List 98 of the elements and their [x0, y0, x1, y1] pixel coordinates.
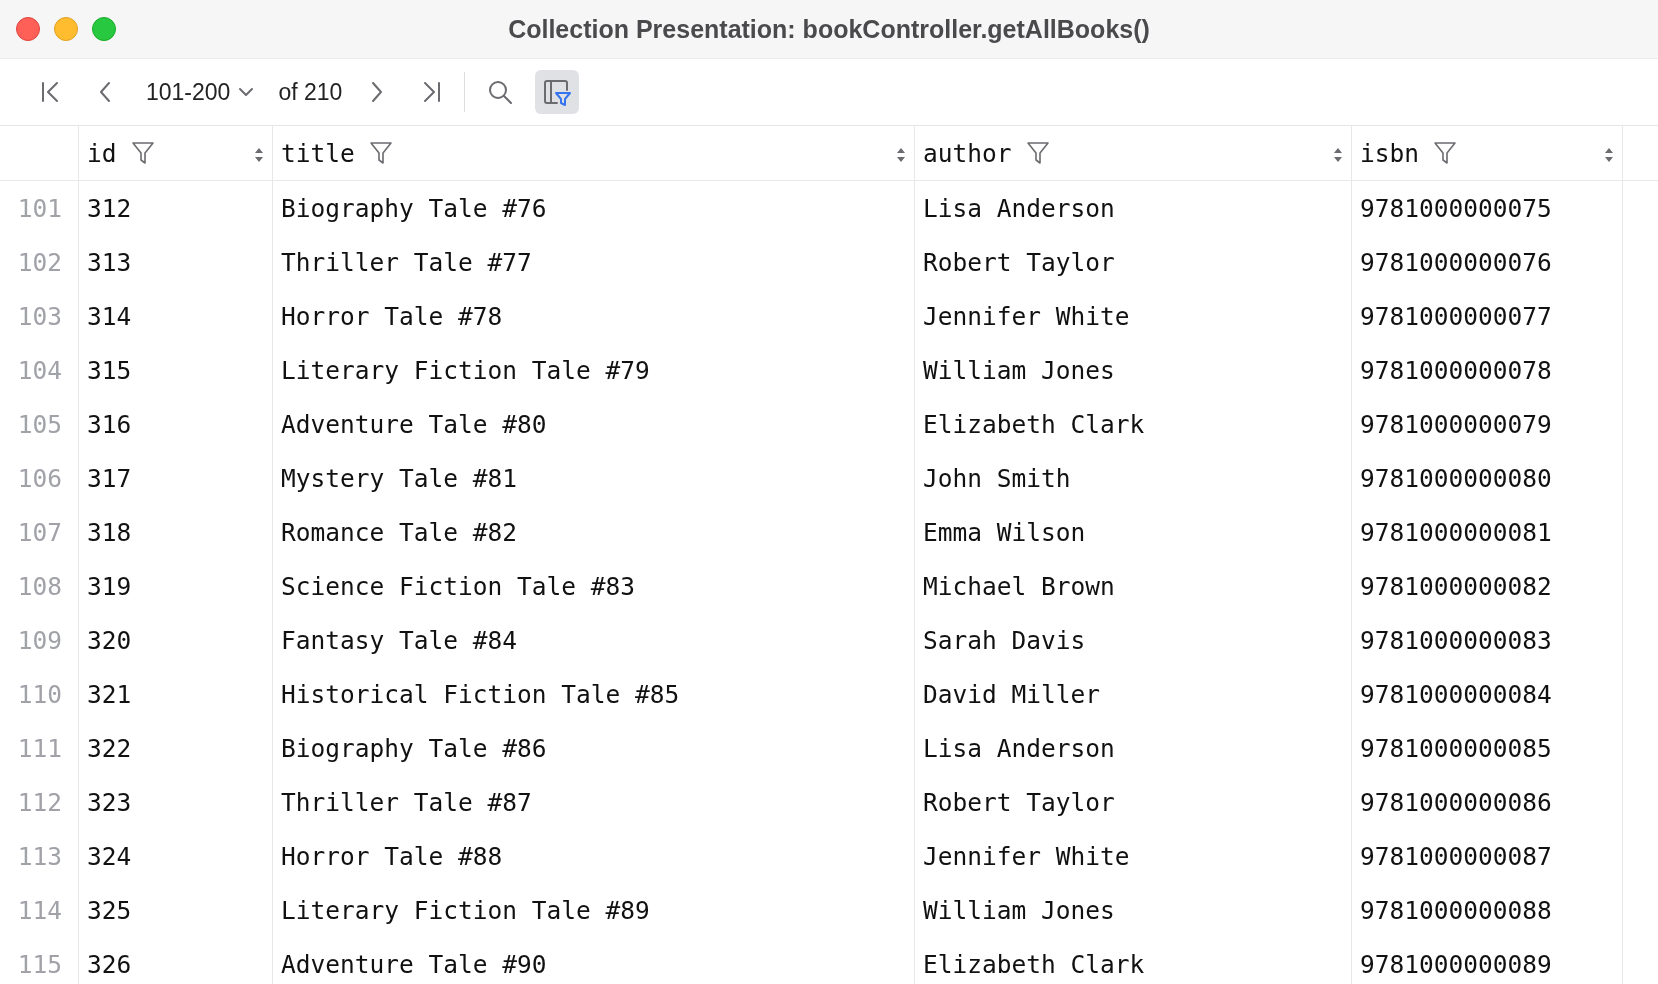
table-cell: 312: [79, 181, 273, 235]
table-cell: 9781000000088: [1352, 883, 1623, 937]
table-cell: William Jones: [915, 343, 1352, 397]
table-cell: Robert Taylor: [915, 235, 1352, 289]
table-cell: Mystery Tale #81: [273, 451, 915, 505]
row-number: 101: [0, 181, 79, 235]
table-cell: Lisa Anderson: [915, 721, 1352, 775]
chevron-left-icon: [98, 80, 112, 104]
table-cell: 318: [79, 505, 273, 559]
row-number: 114: [0, 883, 79, 937]
table-cell: Adventure Tale #80: [273, 397, 915, 451]
table-cell: 315: [79, 343, 273, 397]
search-icon: [487, 79, 514, 105]
row-number: 104: [0, 343, 79, 397]
table-cell: Elizabeth Clark: [915, 937, 1352, 984]
table-cell: 9781000000086: [1352, 775, 1623, 829]
table-cell: Fantasy Tale #84: [273, 613, 915, 667]
column-header[interactable]: id: [87, 138, 117, 168]
table-cell: 9781000000082: [1352, 559, 1623, 613]
sort-icon: [896, 147, 906, 162]
table-cell: Adventure Tale #90: [273, 937, 915, 984]
table-cell: Biography Tale #86: [273, 721, 915, 775]
chevron-right-icon: [370, 80, 385, 104]
table-cell: Biography Tale #76: [273, 181, 915, 235]
table-cell: David Miller: [915, 667, 1352, 721]
table-cell: 9781000000077: [1352, 289, 1623, 343]
table-cell: Emma Wilson: [915, 505, 1352, 559]
table-cell: Historical Fiction Tale #85: [273, 667, 915, 721]
filter-icon: [1433, 141, 1457, 165]
sort-icon: [254, 147, 264, 162]
column-header[interactable]: title: [281, 138, 355, 168]
table-cell: 9781000000085: [1352, 721, 1623, 775]
row-number: 103: [0, 289, 79, 343]
page-range-dropdown[interactable]: 101-200: [140, 72, 261, 112]
table-cell: 314: [79, 289, 273, 343]
table-cell: 9781000000084: [1352, 667, 1623, 721]
row-number: 111: [0, 721, 79, 775]
table-cell: 322: [79, 721, 273, 775]
window-title: Collection Presentation: bookController.getAllBooks(): [508, 14, 1150, 44]
table-cell: 9781000000089: [1352, 937, 1623, 984]
table-cell: 9781000000078: [1352, 343, 1623, 397]
row-number: 107: [0, 505, 79, 559]
table-cell: 9781000000076: [1352, 235, 1623, 289]
table-cell: Elizabeth Clark: [915, 397, 1352, 451]
table-cell: Jennifer White: [915, 829, 1352, 883]
row-number: 113: [0, 829, 79, 883]
table-cell: 316: [79, 397, 273, 451]
table-cell: Robert Taylor: [915, 775, 1352, 829]
table-cell: Literary Fiction Tale #79: [273, 343, 915, 397]
table-filter-icon: [542, 77, 573, 107]
table-cell: Romance Tale #82: [273, 505, 915, 559]
table-cell: 325: [79, 883, 273, 937]
close-button[interactable]: [16, 17, 40, 41]
table-cell: Lisa Anderson: [915, 181, 1352, 235]
table-cell: 326: [79, 937, 273, 984]
row-number: 105: [0, 397, 79, 451]
table-cell: William Jones: [915, 883, 1352, 937]
sort-icon: [1333, 147, 1343, 162]
table-cell: 9781000000075: [1352, 181, 1623, 235]
table-cell: Sarah Davis: [915, 613, 1352, 667]
table-cell: Science Fiction Tale #83: [273, 559, 915, 613]
row-number: 112: [0, 775, 79, 829]
table-cell: Horror Tale #88: [273, 829, 915, 883]
row-number: 108: [0, 559, 79, 613]
filter-icon: [130, 141, 155, 165]
table-cell: Jennifer White: [915, 289, 1352, 343]
row-number: 109: [0, 613, 79, 667]
chevron-down-icon: [238, 87, 255, 97]
table-cell: 321: [79, 667, 273, 721]
row-number: 115: [0, 937, 79, 984]
column-header[interactable]: isbn: [1360, 138, 1419, 168]
table-cell: 317: [79, 451, 273, 505]
table-cell: 9781000000081: [1352, 505, 1623, 559]
table-cell: Horror Tale #78: [273, 289, 915, 343]
table-cell: 9781000000087: [1352, 829, 1623, 883]
sort-icon: [1604, 147, 1614, 162]
filter-toggle-button[interactable]: [535, 70, 580, 114]
table-cell: 9781000000079: [1352, 397, 1623, 451]
table-cell: John Smith: [915, 451, 1352, 505]
row-number: 110: [0, 667, 79, 721]
table-cell: Thriller Tale #87: [273, 775, 915, 829]
table-cell: 324: [79, 829, 273, 883]
table-cell: Michael Brown: [915, 559, 1352, 613]
table-cell: 323: [79, 775, 273, 829]
table-cell: 319: [79, 559, 273, 613]
zoom-button[interactable]: [92, 17, 116, 41]
filter-icon: [1025, 141, 1050, 165]
column-header[interactable]: author: [923, 138, 1012, 168]
table-cell: 9781000000083: [1352, 613, 1623, 667]
table-cell: 320: [79, 613, 273, 667]
table-cell: Literary Fiction Tale #89: [273, 883, 915, 937]
page-total: of 210: [278, 78, 343, 106]
table-cell: Thriller Tale #77: [273, 235, 915, 289]
row-number: 106: [0, 451, 79, 505]
table-cell: 9781000000080: [1352, 451, 1623, 505]
filter-icon: [368, 141, 393, 165]
table-cell: 313: [79, 235, 273, 289]
row-number: 102: [0, 235, 79, 289]
